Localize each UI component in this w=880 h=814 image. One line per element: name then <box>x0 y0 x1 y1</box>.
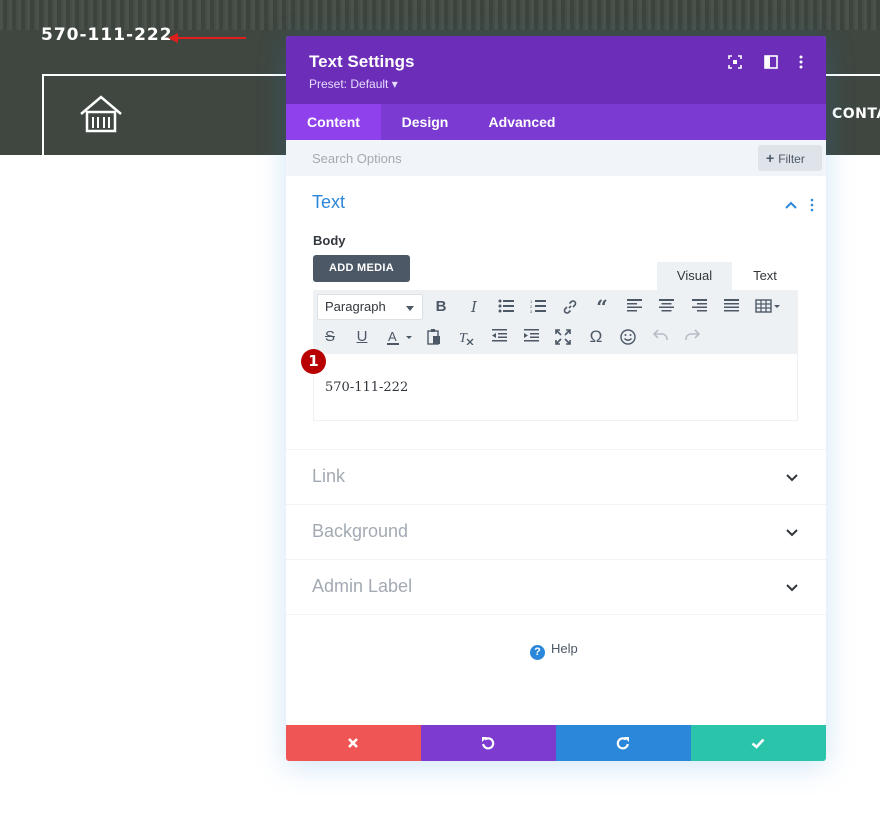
editor-tab-visual[interactable]: Visual <box>657 262 732 290</box>
house-logo-icon[interactable] <box>78 94 124 134</box>
section-background[interactable]: Background <box>286 504 826 559</box>
svg-text:T: T <box>459 331 468 345</box>
more-options-icon[interactable] <box>793 54 809 70</box>
close-icon <box>348 738 358 748</box>
modal-footer <box>286 725 826 761</box>
svg-text:3: 3 <box>530 309 533 313</box>
section-title-link: Link <box>312 466 346 486</box>
editor-content[interactable]: 570-111-222 <box>325 380 408 395</box>
table-icon[interactable] <box>751 296 785 318</box>
section-divider <box>286 614 826 615</box>
search-options-bar[interactable]: Search Options + Filter <box>286 140 826 176</box>
add-media-button[interactable]: ADD MEDIA <box>313 255 410 282</box>
format-select[interactable]: Paragraph <box>317 294 423 320</box>
filter-label: Filter <box>778 152 805 166</box>
align-center-icon[interactable] <box>655 296 677 318</box>
fullscreen-icon[interactable] <box>727 54 743 70</box>
help-icon: ? <box>530 645 545 660</box>
help-link[interactable]: ? Help <box>530 641 578 660</box>
align-justify-icon[interactable] <box>720 296 742 318</box>
section-options-icon[interactable] <box>810 198 814 212</box>
filter-button[interactable]: + Filter <box>758 145 822 171</box>
section-admin-label[interactable]: Admin Label <box>286 559 826 614</box>
undo-icon[interactable] <box>649 326 671 348</box>
text-settings-modal: Text Settings Preset: Default ▾ Content … <box>286 36 826 761</box>
site-phone-number: 570-111-222 <box>41 25 173 45</box>
blockquote-icon[interactable]: “ <box>591 296 613 318</box>
format-select-value: Paragraph <box>325 299 386 314</box>
save-button[interactable] <box>691 725 826 761</box>
underline-icon[interactable]: U <box>351 326 373 348</box>
align-right-icon[interactable] <box>688 296 710 318</box>
link-icon[interactable] <box>559 296 581 318</box>
clear-formatting-icon[interactable]: T <box>455 326 477 348</box>
bold-icon[interactable]: B <box>430 296 452 318</box>
section-title-admin-label: Admin Label <box>312 576 413 596</box>
section-title-background: Background <box>312 521 409 541</box>
modal-tabs: Content Design Advanced <box>286 104 826 140</box>
numbered-list-icon[interactable]: 123 <box>527 296 549 318</box>
emoticon-icon[interactable] <box>617 326 639 348</box>
outdent-icon[interactable] <box>488 326 510 348</box>
text-color-icon[interactable]: A <box>383 326 417 348</box>
modal-title: Text Settings <box>309 52 415 71</box>
editor-tab-text[interactable]: Text <box>732 262 798 290</box>
section-link[interactable]: Link <box>286 449 826 504</box>
bullet-list-icon[interactable] <box>495 296 517 318</box>
section-title-text[interactable]: Text <box>312 192 345 213</box>
nav-link-contact[interactable]: CONTA <box>832 106 880 122</box>
text-editor-area[interactable]: 570-111-222 <box>313 354 798 421</box>
redo-icon[interactable] <box>681 326 703 348</box>
split-view-icon[interactable] <box>763 54 779 70</box>
help-label: Help <box>551 641 578 656</box>
body-label: Body <box>313 233 346 248</box>
editor-toolbar: Paragraph B I 123 “ S U A T Ω <box>313 290 798 354</box>
undo-button[interactable] <box>421 725 556 761</box>
redo-button[interactable] <box>556 725 691 761</box>
check-icon <box>751 738 765 749</box>
preset-dropdown[interactable]: Preset: Default ▾ <box>309 77 398 91</box>
italic-icon[interactable]: I <box>463 296 485 318</box>
svg-text:A: A <box>388 329 397 344</box>
caret-down-icon <box>406 306 414 311</box>
strikethrough-icon[interactable]: S <box>319 326 341 348</box>
chevron-down-icon <box>786 474 798 482</box>
modal-header: Text Settings Preset: Default ▾ <box>286 36 826 104</box>
chevron-down-icon <box>786 584 798 592</box>
tab-design[interactable]: Design <box>381 104 469 140</box>
fullscreen-editor-icon[interactable] <box>552 326 574 348</box>
arrow-icon <box>168 33 246 43</box>
search-input[interactable]: Search Options <box>312 151 402 166</box>
step-number-badge: 1 <box>301 349 326 374</box>
chevron-down-icon <box>786 529 798 537</box>
plus-icon: + <box>766 150 775 166</box>
undo-icon <box>482 737 495 750</box>
tab-advanced[interactable]: Advanced <box>469 104 575 140</box>
special-character-icon[interactable]: Ω <box>585 326 607 348</box>
tab-content[interactable]: Content <box>286 104 381 140</box>
discard-button[interactable] <box>286 725 421 761</box>
redo-icon <box>616 737 629 750</box>
align-left-icon[interactable] <box>623 296 645 318</box>
chevron-up-icon[interactable] <box>785 201 797 209</box>
paste-text-icon[interactable] <box>423 326 445 348</box>
indent-icon[interactable] <box>520 326 542 348</box>
